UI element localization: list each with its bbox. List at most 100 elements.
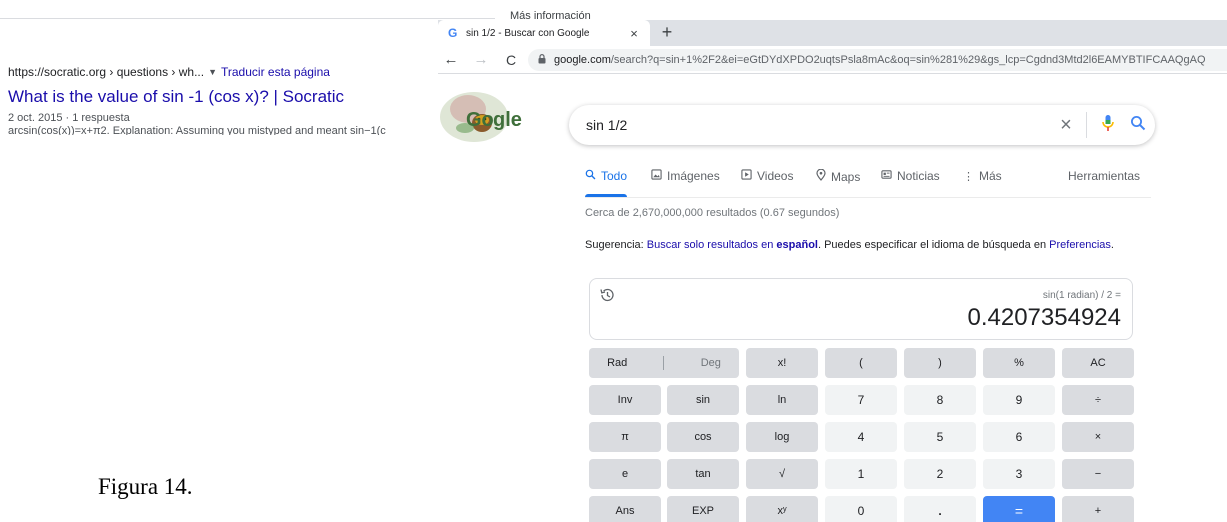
- translate-link[interactable]: Traducir esta página: [221, 65, 330, 79]
- angle-mode-toggle[interactable]: Rad Deg: [589, 348, 739, 378]
- left-paren-key[interactable]: (: [825, 348, 897, 378]
- right-paren-key[interactable]: ): [904, 348, 976, 378]
- result-stats: Cerca de 2,670,000,000 resultados (0.67 …: [585, 207, 840, 219]
- url-path: /search?q=sin+1%2F2&ei=eGtDYdXPDO2uqtsPs…: [610, 53, 1206, 66]
- microphone-icon[interactable]: [1095, 114, 1121, 137]
- lock-icon[interactable]: [538, 53, 550, 66]
- result-title-link[interactable]: What is the value of sin -1 (cos x)? | S…: [8, 87, 438, 109]
- close-icon[interactable]: ×: [626, 26, 642, 41]
- tab-videos[interactable]: Videos: [741, 169, 793, 183]
- caret-down-icon[interactable]: ▼: [208, 67, 217, 77]
- tan-key[interactable]: tan: [667, 459, 739, 489]
- tab-label: Más: [979, 169, 1002, 183]
- tab-label: Noticias: [897, 169, 940, 183]
- result-snippet: arcsin(cos(x))=x+π2. Explanation: Assumi…: [8, 125, 386, 135]
- address-bar[interactable]: google.com/search?q=sin+1%2F2&ei=eGtDYdX…: [528, 48, 1227, 71]
- browser-tab[interactable]: G sin 1/2 - Buscar con Google ×: [438, 20, 650, 46]
- browser-toolbar: ← → C google.com/search?q=sin+1%2F2&ei=e…: [438, 46, 1227, 74]
- answer-key[interactable]: Ans: [589, 496, 661, 522]
- tab-label: Videos: [757, 169, 794, 183]
- video-icon: [741, 169, 752, 183]
- sqrt-key[interactable]: √: [746, 459, 818, 489]
- tab-maps[interactable]: Maps: [816, 168, 861, 184]
- browser-window: G sin 1/2 - Buscar con Google × + ← → C …: [438, 20, 1227, 522]
- news-icon: [881, 169, 892, 183]
- tab-herramientas[interactable]: Herramientas: [1068, 169, 1140, 183]
- digit-0-key[interactable]: 0: [825, 496, 897, 522]
- tab-label: Todo: [601, 169, 628, 183]
- cos-key[interactable]: cos: [667, 422, 739, 452]
- plus-key[interactable]: +: [1062, 496, 1134, 522]
- tab-mas[interactable]: ⋮ Más: [963, 169, 1002, 183]
- svg-text:Go: Go: [466, 109, 494, 131]
- digit-4-key[interactable]: 4: [825, 422, 897, 452]
- inverse-key[interactable]: Inv: [589, 385, 661, 415]
- preferences-link[interactable]: Preferencias: [1049, 239, 1111, 251]
- deg-key[interactable]: Deg: [701, 357, 721, 369]
- active-tab-indicator: [585, 194, 627, 197]
- euler-key[interactable]: e: [589, 459, 661, 489]
- forward-arrow-icon[interactable]: →: [470, 51, 492, 68]
- digit-1-key[interactable]: 1: [825, 459, 897, 489]
- log-key[interactable]: log: [746, 422, 818, 452]
- reload-icon[interactable]: C: [500, 52, 522, 68]
- search-icon[interactable]: [1121, 115, 1155, 136]
- calculator-result: 0.4207354924: [967, 304, 1122, 331]
- digit-6-key[interactable]: 6: [983, 422, 1055, 452]
- percent-key[interactable]: %: [983, 348, 1055, 378]
- minus-key[interactable]: −: [1062, 459, 1134, 489]
- suggestion-prefix: Sugerencia:: [585, 239, 647, 251]
- google-favicon-icon: G: [448, 26, 458, 40]
- url-domain: google.com: [554, 53, 611, 66]
- digit-9-key[interactable]: 9: [983, 385, 1055, 415]
- figure-caption: Figura 14.: [98, 474, 193, 499]
- spanish-only-link-text: Buscar solo resultados en: [646, 239, 777, 251]
- tab-label: Imágenes: [667, 169, 720, 183]
- power-key[interactable]: xʸ: [746, 496, 818, 522]
- pi-key[interactable]: π: [589, 422, 661, 452]
- tab-noticias[interactable]: Noticias: [881, 169, 940, 183]
- tabs-divider: [585, 197, 1151, 198]
- google-doodle-logo[interactable]: Go gle: [438, 83, 530, 143]
- result-url[interactable]: https://socratic.org › questions › wh...: [8, 65, 204, 79]
- image-icon: [651, 169, 662, 183]
- tab-todo[interactable]: Todo: [585, 169, 627, 183]
- calculator-expression: sin(1 radian) / 2 =: [1042, 290, 1121, 301]
- spanish-bold: español: [776, 239, 818, 251]
- search-tabs: Todo Imágenes Videos Maps Noticias ⋮ Más…: [585, 168, 1145, 189]
- clear-icon[interactable]: ×: [1052, 114, 1080, 137]
- result-meta: 2 oct. 2015 · 1 respuesta: [8, 112, 130, 124]
- digit-5-key[interactable]: 5: [904, 422, 976, 452]
- rad-key[interactable]: Rad: [607, 357, 627, 369]
- digit-8-key[interactable]: 8: [904, 385, 976, 415]
- back-arrow-icon[interactable]: ←: [440, 51, 462, 68]
- search-box[interactable]: sin 1/2 ×: [569, 105, 1155, 145]
- search-input[interactable]: sin 1/2: [586, 117, 1052, 133]
- multiply-key[interactable]: ×: [1062, 422, 1134, 452]
- digit-3-key[interactable]: 3: [983, 459, 1055, 489]
- sin-key[interactable]: sin: [667, 385, 739, 415]
- digit-2-key[interactable]: 2: [904, 459, 976, 489]
- equals-key[interactable]: =: [983, 496, 1055, 522]
- result-url-row: https://socratic.org › questions › wh...…: [8, 64, 438, 80]
- decimal-point-key[interactable]: .: [904, 496, 976, 522]
- tab-title: sin 1/2 - Buscar con Google: [466, 27, 590, 39]
- suggestion-middle: . Puedes especificar el idioma de búsque…: [817, 239, 1050, 251]
- rad-deg-divider: [663, 356, 665, 370]
- all-clear-key[interactable]: AC: [1062, 348, 1134, 378]
- tab-label: Maps: [831, 169, 861, 184]
- tab-strip: G sin 1/2 - Buscar con Google × +: [438, 20, 1227, 46]
- calculator-display: sin(1 radian) / 2 = 0.4207354924: [589, 278, 1133, 340]
- history-icon[interactable]: [599, 287, 617, 305]
- map-pin-icon: [816, 168, 826, 184]
- exp-key[interactable]: EXP: [667, 496, 739, 522]
- new-tab-icon[interactable]: +: [656, 22, 678, 43]
- tab-label: Herramientas: [1068, 169, 1141, 183]
- digit-7-key[interactable]: 7: [825, 385, 897, 415]
- ln-key[interactable]: ln: [746, 385, 818, 415]
- tab-imagenes[interactable]: Imágenes: [651, 169, 720, 183]
- factorial-key[interactable]: x!: [746, 348, 818, 378]
- spanish-only-link[interactable]: Buscar solo resultados en español: [647, 239, 818, 251]
- divide-key[interactable]: ÷: [1062, 385, 1134, 415]
- svg-text:gle: gle: [493, 109, 522, 131]
